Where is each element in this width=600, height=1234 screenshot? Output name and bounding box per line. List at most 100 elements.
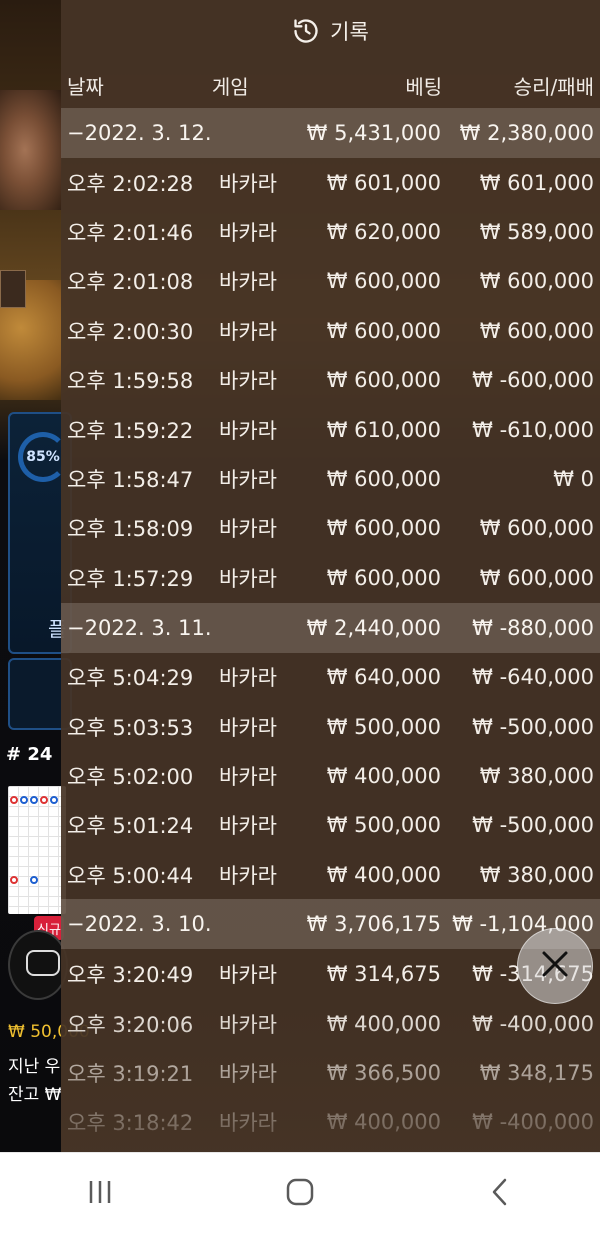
history-entry-row[interactable]: 오후 2:00:30 바카라 ₩ 600,000 ₩ 600,000	[61, 306, 600, 355]
group-date: −2022. 3. 12.	[67, 121, 212, 145]
entry-result: ₩ 380,000	[479, 862, 594, 887]
remaining-label: 잔고 ₩	[8, 1085, 62, 1105]
entry-time: 오후 5:03:53	[67, 715, 194, 740]
history-entry-row[interactable]: 오후 5:04:29 바카라 ₩ 640,000 ₩ -640,000	[61, 653, 600, 702]
history-entry-row[interactable]: 오후 2:01:46 바카라 ₩ 620,000 ₩ 589,000	[61, 207, 600, 256]
card-shoe	[0, 270, 26, 308]
entry-result: ₩ 600,000	[479, 318, 594, 343]
history-entry-row[interactable]: 오후 3:19:21 바카라 ₩ 366,500 ₩ 348,175	[61, 1048, 600, 1097]
history-entry-row[interactable]: 오후 5:02:00 바카라 ₩ 400,000 ₩ 380,000	[61, 751, 600, 800]
entry-bet: ₩ 601,000	[326, 170, 441, 195]
entry-time: 오후 3:18:42	[67, 1111, 194, 1136]
recent-apps-icon	[86, 1179, 114, 1209]
entry-time: 오후 3:20:06	[67, 1012, 194, 1037]
entry-bet: ₩ 600,000	[326, 269, 441, 294]
history-entry-row[interactable]: 오후 5:03:53 바카라 ₩ 500,000 ₩ -500,000	[61, 702, 600, 751]
entry-bet: ₩ 620,000	[326, 220, 441, 245]
entry-time: 오후 1:59:22	[67, 418, 194, 443]
entry-time: 오후 5:00:44	[67, 863, 194, 888]
column-game: 게임	[211, 74, 249, 99]
entry-result: ₩ -610,000	[472, 417, 594, 442]
history-list[interactable]: −2022. 3. 12. ₩ 5,431,000 ₩ 2,380,000 오후 2:…	[61, 108, 600, 1147]
history-entry-row[interactable]: 오후 1:58:47 바카라 ₩ 600,000 ₩ 0	[61, 454, 600, 503]
close-button[interactable]	[517, 928, 593, 1004]
entry-time: 오후 5:04:29	[67, 666, 194, 691]
entry-bet: ₩ 600,000	[326, 565, 441, 590]
entry-bet: ₩ 600,000	[326, 467, 441, 492]
entry-game: 바카라	[219, 468, 277, 493]
entry-game: 바카라	[219, 270, 277, 295]
road-dot	[10, 796, 18, 804]
last-win-label: 지난 우	[8, 1057, 61, 1077]
history-header: 기록	[61, 0, 600, 62]
history-entry-row[interactable]: 오후 1:57:29 바카라 ₩ 600,000 ₩ 600,000	[61, 553, 600, 602]
history-entry-row[interactable]: 오후 1:59:58 바카라 ₩ 600,000 ₩ -600,000	[61, 356, 600, 405]
entry-bet: ₩ 600,000	[326, 318, 441, 343]
history-title: 기록	[330, 20, 369, 44]
entry-game: 바카라	[219, 863, 277, 888]
entry-game: 바카라	[219, 1111, 277, 1136]
bead-road	[8, 786, 66, 914]
history-entry-row[interactable]: 오후 1:58:09 바카라 ₩ 600,000 ₩ 600,000	[61, 504, 600, 553]
entry-game: 바카라	[219, 418, 277, 443]
road-dot	[40, 796, 48, 804]
entry-result: ₩ 380,000	[479, 763, 594, 788]
entry-bet: ₩ 500,000	[326, 714, 441, 739]
date-group-row[interactable]: −2022. 3. 12. ₩ 5,431,000 ₩ 2,380,000	[61, 108, 600, 158]
chip-icon	[26, 950, 60, 976]
round-number: # 24	[6, 744, 53, 765]
entry-game: 바카라	[219, 1061, 277, 1086]
history-entry-row[interactable]: 오후 3:20:06 바카라 ₩ 400,000 ₩ -400,000	[61, 999, 600, 1048]
column-result: 승리/패배	[513, 74, 595, 99]
entry-result: ₩ 589,000	[479, 220, 594, 245]
home-button[interactable]	[260, 1164, 340, 1224]
entry-result: ₩ -500,000	[472, 714, 594, 739]
road-dot	[50, 796, 58, 804]
group-date: −2022. 3. 11.	[67, 615, 212, 640]
column-bet: 베팅	[405, 74, 443, 99]
road-dot	[30, 796, 38, 804]
entry-result: ₩ 348,175	[479, 1060, 594, 1085]
back-icon	[490, 1177, 510, 1211]
entry-result: ₩ 600,000	[479, 269, 594, 294]
entry-result: ₩ -640,000	[472, 665, 594, 690]
entry-game: 바카라	[219, 319, 277, 344]
entry-game: 바카라	[219, 369, 277, 394]
entry-result: ₩ 601,000	[479, 170, 594, 195]
entry-bet: ₩ 400,000	[326, 1011, 441, 1036]
entry-bet: ₩ 610,000	[326, 417, 441, 442]
recent-apps-button[interactable]	[60, 1164, 140, 1224]
entry-game: 바카라	[219, 814, 277, 839]
entry-game: 바카라	[219, 963, 277, 988]
date-group-row[interactable]: −2022. 3. 10. ₩ 3,706,175 ₩ -1,104,000	[61, 899, 600, 950]
entry-time: 오후 5:01:24	[67, 814, 194, 839]
entry-result: ₩ -600,000	[472, 368, 594, 393]
entry-time: 오후 5:02:00	[67, 764, 194, 789]
entry-time: 오후 1:57:29	[67, 566, 194, 591]
entry-time: 오후 2:01:46	[67, 221, 194, 246]
entry-time: 오후 2:00:30	[67, 319, 194, 344]
entry-result: ₩ 600,000	[479, 565, 594, 590]
history-entry-row[interactable]: 오후 2:01:08 바카라 ₩ 600,000 ₩ 600,000	[61, 257, 600, 306]
entry-bet: ₩ 640,000	[326, 665, 441, 690]
entry-bet: ₩ 400,000	[326, 862, 441, 887]
column-date: 날짜	[67, 74, 104, 99]
entry-time: 오후 1:59:58	[67, 369, 194, 394]
entry-bet: ₩ 500,000	[326, 813, 441, 838]
group-bet-total: ₩ 2,440,000	[306, 615, 441, 640]
history-entry-row[interactable]: 오후 3:18:42 바카라 ₩ 400,000 ₩ -400,000	[61, 1098, 600, 1147]
history-entry-row[interactable]: 오후 2:02:28 바카라 ₩ 601,000 ₩ 601,000	[61, 158, 600, 207]
entry-bet: ₩ 400,000	[326, 1110, 441, 1135]
date-group-row[interactable]: −2022. 3. 11. ₩ 2,440,000 ₩ -880,000	[61, 602, 600, 653]
group-bet-total: ₩ 5,431,000	[306, 121, 441, 145]
history-entry-row[interactable]: 오후 5:00:44 바카라 ₩ 400,000 ₩ 380,000	[61, 850, 600, 899]
group-bet-total: ₩ 3,706,175	[306, 912, 441, 937]
close-icon	[540, 949, 570, 983]
entry-game: 바카라	[219, 666, 277, 691]
back-button[interactable]	[460, 1164, 540, 1224]
history-entry-row[interactable]: 오후 1:59:22 바카라 ₩ 610,000 ₩ -610,000	[61, 405, 600, 454]
entry-game: 바카라	[219, 171, 277, 196]
entry-game: 바카라	[219, 715, 277, 740]
history-entry-row[interactable]: 오후 5:01:24 바카라 ₩ 500,000 ₩ -500,000	[61, 801, 600, 850]
entry-result: ₩ 0	[553, 467, 594, 492]
